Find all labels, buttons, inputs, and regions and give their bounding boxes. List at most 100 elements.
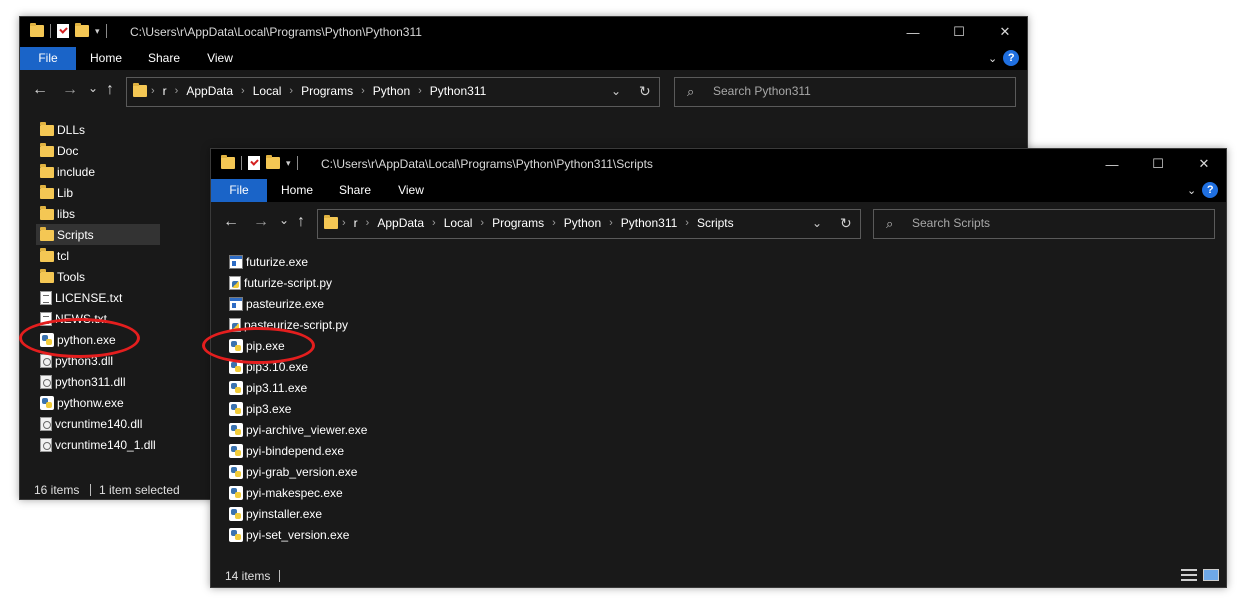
title-bar[interactable]: ▾ C:\Users\r\AppData\Local\Programs\Pyth… (20, 17, 1027, 47)
help-icon[interactable]: ? (1003, 50, 1020, 66)
chevron-right-icon[interactable]: › (175, 85, 179, 97)
maximize-button[interactable]: ☐ (936, 17, 982, 47)
file-list-item[interactable]: futurize.exe (225, 251, 385, 272)
breadcrumb-python[interactable]: Python (373, 84, 410, 98)
chevron-right-icon[interactable]: › (432, 217, 436, 229)
chevron-right-icon[interactable]: › (361, 85, 365, 97)
chevron-right-icon[interactable]: › (241, 85, 245, 97)
close-button[interactable]: ✕ (1181, 149, 1226, 179)
tab-file[interactable]: File (211, 179, 267, 202)
file-list-item[interactable]: python3.dll (36, 350, 160, 371)
address-bar[interactable]: › r › AppData › Local › Programs › Pytho… (126, 77, 660, 107)
file-list-item[interactable]: pyi-set_version.exe (225, 524, 385, 545)
file-list-item[interactable]: futurize-script.py (225, 272, 385, 293)
breadcrumb-python311[interactable]: Python311 (621, 216, 678, 230)
breadcrumb-programs[interactable]: Programs (492, 216, 544, 230)
minimize-button[interactable]: — (1089, 149, 1135, 179)
breadcrumb-python[interactable]: Python (564, 216, 601, 230)
address-history-dropdown-icon[interactable]: ⌄ (812, 216, 822, 230)
expand-ribbon-icon[interactable]: ⌄ (1187, 184, 1196, 197)
refresh-icon[interactable]: ↻ (639, 83, 651, 100)
file-list-item[interactable]: pyi-grab_version.exe (225, 461, 385, 482)
file-list-item[interactable]: libs (36, 203, 160, 224)
file-list-item[interactable]: pythonw.exe (36, 392, 160, 413)
breadcrumb-scripts[interactable]: Scripts (697, 216, 734, 230)
file-list-item[interactable]: pyi-makespec.exe (225, 482, 385, 503)
title-bar[interactable]: ▾ C:\Users\r\AppData\Local\Programs\Pyth… (211, 149, 1226, 179)
file-list-item[interactable]: pip3.exe (225, 398, 385, 419)
breadcrumb-appdata[interactable]: AppData (377, 216, 424, 230)
file-list-item[interactable]: LICENSE.txt (36, 287, 160, 308)
back-arrow-icon[interactable]: ← (223, 214, 239, 230)
tab-home[interactable]: Home (82, 47, 130, 70)
new-folder-icon[interactable] (75, 23, 89, 37)
breadcrumb-programs[interactable]: Programs (301, 84, 353, 98)
recent-locations-icon[interactable]: ⌄ (88, 80, 98, 96)
up-arrow-icon[interactable]: ↑ (106, 82, 114, 98)
search-box[interactable]: ⌕ (674, 77, 1016, 107)
chevron-right-icon[interactable]: › (685, 217, 689, 229)
close-button[interactable]: ✕ (982, 17, 1027, 47)
file-list[interactable]: futurize.exe futurize-script.py pasteurize… (225, 251, 425, 551)
file-list-item[interactable]: pasteurize.exe (225, 293, 385, 314)
tab-share[interactable]: Share (331, 179, 379, 202)
file-list-item[interactable]: vcruntime140.dll (36, 413, 160, 434)
file-list-item[interactable]: pip3.10.exe (225, 356, 385, 377)
file-list-item[interactable]: NEWS.txt (36, 308, 160, 329)
file-list-item[interactable]: pyi-bindepend.exe (225, 440, 385, 461)
expand-ribbon-icon[interactable]: ⌄ (988, 52, 997, 65)
large-icons-view-icon[interactable] (1203, 569, 1219, 581)
new-folder-icon[interactable] (266, 155, 280, 169)
back-arrow-icon[interactable]: ← (32, 82, 48, 98)
tab-share[interactable]: Share (140, 47, 188, 70)
chevron-right-icon[interactable]: › (289, 85, 293, 97)
maximize-button[interactable]: ☐ (1135, 149, 1181, 179)
customize-toolbar-icon[interactable]: ▾ (95, 26, 100, 37)
file-list-item[interactable]: python.exe (36, 329, 160, 350)
properties-icon[interactable] (248, 156, 260, 170)
file-list-item[interactable]: Scripts (36, 224, 160, 245)
recent-locations-icon[interactable]: ⌄ (279, 212, 289, 228)
file-list-item[interactable]: pip3.11.exe (225, 377, 385, 398)
tab-home[interactable]: Home (273, 179, 321, 202)
file-list-item[interactable]: python311.dll (36, 371, 160, 392)
breadcrumb-r[interactable]: r (354, 216, 358, 230)
forward-arrow-icon[interactable]: → (253, 214, 269, 230)
chevron-right-icon[interactable]: › (480, 217, 484, 229)
file-list-item[interactable]: Lib (36, 182, 160, 203)
file-list-item[interactable]: DLLs (36, 119, 160, 140)
up-arrow-icon[interactable]: ↑ (297, 214, 305, 230)
chevron-right-icon[interactable]: › (552, 217, 556, 229)
refresh-icon[interactable]: ↻ (840, 215, 852, 232)
tab-view[interactable]: View (196, 47, 244, 70)
chevron-right-icon[interactable]: › (151, 85, 155, 97)
file-list-item[interactable]: Doc (36, 140, 160, 161)
address-bar[interactable]: › r › AppData › Local › Programs › Pytho… (317, 209, 861, 239)
file-list-item[interactable]: pasteurize-script.py (225, 314, 385, 335)
breadcrumb-appdata[interactable]: AppData (186, 84, 233, 98)
breadcrumb-local[interactable]: Local (253, 84, 282, 98)
file-list-item[interactable]: include (36, 161, 160, 182)
chevron-right-icon[interactable]: › (609, 217, 613, 229)
file-list-item[interactable]: pyi-archive_viewer.exe (225, 419, 385, 440)
breadcrumb-python311[interactable]: Python311 (430, 84, 487, 98)
properties-icon[interactable] (57, 24, 69, 38)
details-view-icon[interactable] (1181, 569, 1197, 581)
search-input[interactable] (713, 84, 973, 98)
file-list-item[interactable]: pyinstaller.exe (225, 503, 385, 524)
help-icon[interactable]: ? (1202, 182, 1219, 198)
file-list-item[interactable]: pip.exe (225, 335, 385, 356)
customize-toolbar-icon[interactable]: ▾ (286, 158, 291, 169)
tab-view[interactable]: View (387, 179, 435, 202)
chevron-right-icon[interactable]: › (366, 217, 370, 229)
minimize-button[interactable]: — (890, 17, 936, 47)
explorer-window-scripts[interactable]: ▾ C:\Users\r\AppData\Local\Programs\Pyth… (210, 148, 1227, 588)
tab-file[interactable]: File (20, 47, 76, 70)
breadcrumb-local[interactable]: Local (444, 216, 473, 230)
breadcrumb-r[interactable]: r (163, 84, 167, 98)
address-history-dropdown-icon[interactable]: ⌄ (611, 84, 621, 98)
forward-arrow-icon[interactable]: → (62, 82, 78, 98)
search-box[interactable]: ⌕ (873, 209, 1215, 239)
file-list-item[interactable]: vcruntime140_1.dll (36, 434, 160, 455)
file-list-item[interactable]: tcl (36, 245, 160, 266)
